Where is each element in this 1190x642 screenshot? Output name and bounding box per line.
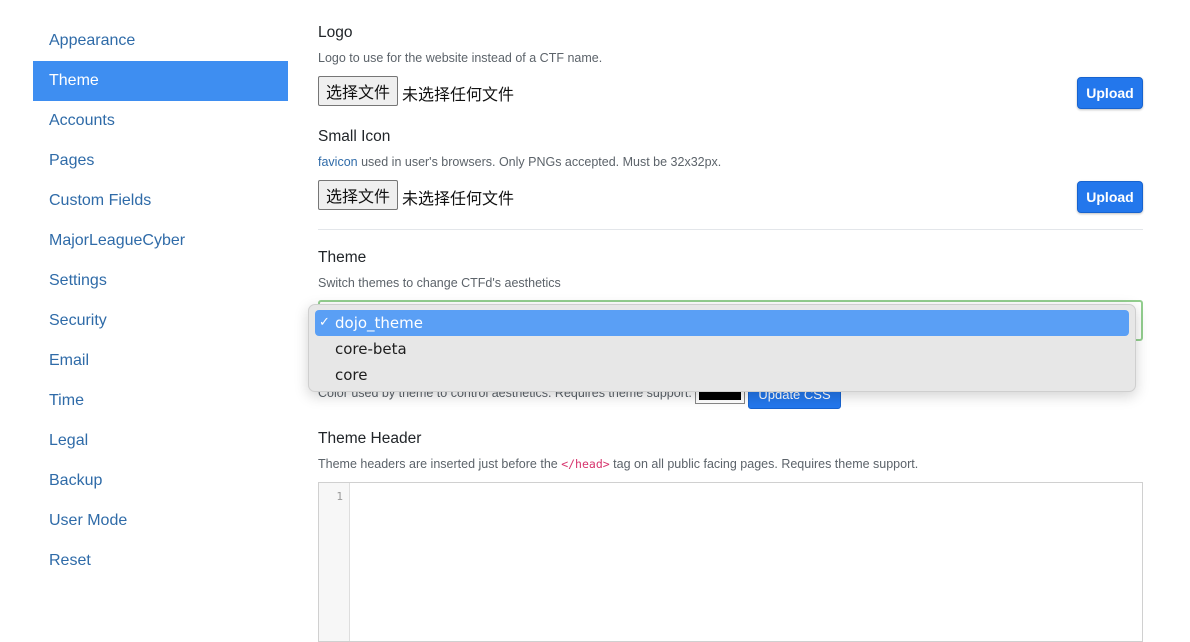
sidebar-item-time[interactable]: Time bbox=[33, 381, 288, 421]
theme-header-code-editor[interactable]: 1 bbox=[318, 482, 1143, 642]
section-divider bbox=[318, 229, 1143, 230]
theme-header-help-after: tag on all public facing pages. Requires… bbox=[609, 457, 919, 471]
editor-gutter: 1 bbox=[319, 483, 350, 641]
sidebar-item-reset[interactable]: Reset bbox=[33, 541, 288, 581]
sidebar-item-accounts[interactable]: Accounts bbox=[33, 101, 288, 141]
option-label: core-beta bbox=[335, 340, 407, 358]
small-icon-upload-button[interactable]: Upload bbox=[1077, 181, 1143, 213]
sidebar-item-legal[interactable]: Legal bbox=[33, 421, 288, 461]
sidebar-item-majorleaguecyber[interactable]: MajorLeagueCyber bbox=[33, 221, 288, 261]
theme-select-dropdown: ✓ dojo_theme core-beta core bbox=[308, 304, 1136, 392]
favicon-link[interactable]: favicon bbox=[318, 155, 358, 169]
small-icon-title: Small Icon bbox=[318, 128, 391, 145]
logo-help-text: Logo to use for the website instead of a… bbox=[318, 51, 603, 65]
theme-header-help-text: Theme headers are inserted just before t… bbox=[318, 457, 918, 471]
sidebar-item-custom-fields[interactable]: Custom Fields bbox=[33, 181, 288, 221]
sidebar-item-security[interactable]: Security bbox=[33, 301, 288, 341]
theme-option-dojo-theme[interactable]: ✓ dojo_theme bbox=[315, 310, 1129, 336]
theme-header-title: Theme Header bbox=[318, 430, 422, 447]
theme-option-core[interactable]: core bbox=[315, 362, 1129, 388]
logo-choose-file-button[interactable]: 选择文件 bbox=[318, 76, 398, 106]
option-label: core bbox=[335, 366, 368, 384]
small-icon-help-text: favicon used in user's browsers. Only PN… bbox=[318, 155, 721, 169]
small-icon-choose-file-button[interactable]: 选择文件 bbox=[318, 180, 398, 210]
checkmark-icon: ✓ bbox=[319, 315, 330, 330]
option-label: dojo_theme bbox=[335, 314, 424, 332]
theme-option-core-beta[interactable]: core-beta bbox=[315, 336, 1129, 362]
head-tag-code: </head> bbox=[561, 457, 610, 471]
small-icon-file-status: 未选择任何文件 bbox=[402, 189, 515, 208]
small-icon-help-rest: used in user's browsers. Only PNGs accep… bbox=[357, 155, 722, 169]
theme-title: Theme bbox=[318, 249, 367, 266]
sidebar-item-appearance[interactable]: Appearance bbox=[33, 21, 288, 61]
sidebar-item-pages[interactable]: Pages bbox=[33, 141, 288, 181]
line-number: 1 bbox=[336, 490, 343, 503]
logo-title: Logo bbox=[318, 24, 353, 41]
logo-upload-button[interactable]: Upload bbox=[1077, 77, 1143, 109]
sidebar-item-backup[interactable]: Backup bbox=[33, 461, 288, 501]
sidebar-item-user-mode[interactable]: User Mode bbox=[33, 501, 288, 541]
sidebar-item-theme[interactable]: Theme bbox=[33, 61, 288, 101]
theme-help-text: Switch themes to change CTFd's aesthetic… bbox=[318, 276, 561, 290]
sidebar-item-email[interactable]: Email bbox=[33, 341, 288, 381]
logo-file-status: 未选择任何文件 bbox=[402, 85, 515, 104]
theme-header-help-before: Theme headers are inserted just before t… bbox=[318, 457, 562, 471]
settings-sidebar: Appearance Theme Accounts Pages Custom F… bbox=[33, 21, 288, 581]
sidebar-item-settings[interactable]: Settings bbox=[33, 261, 288, 301]
